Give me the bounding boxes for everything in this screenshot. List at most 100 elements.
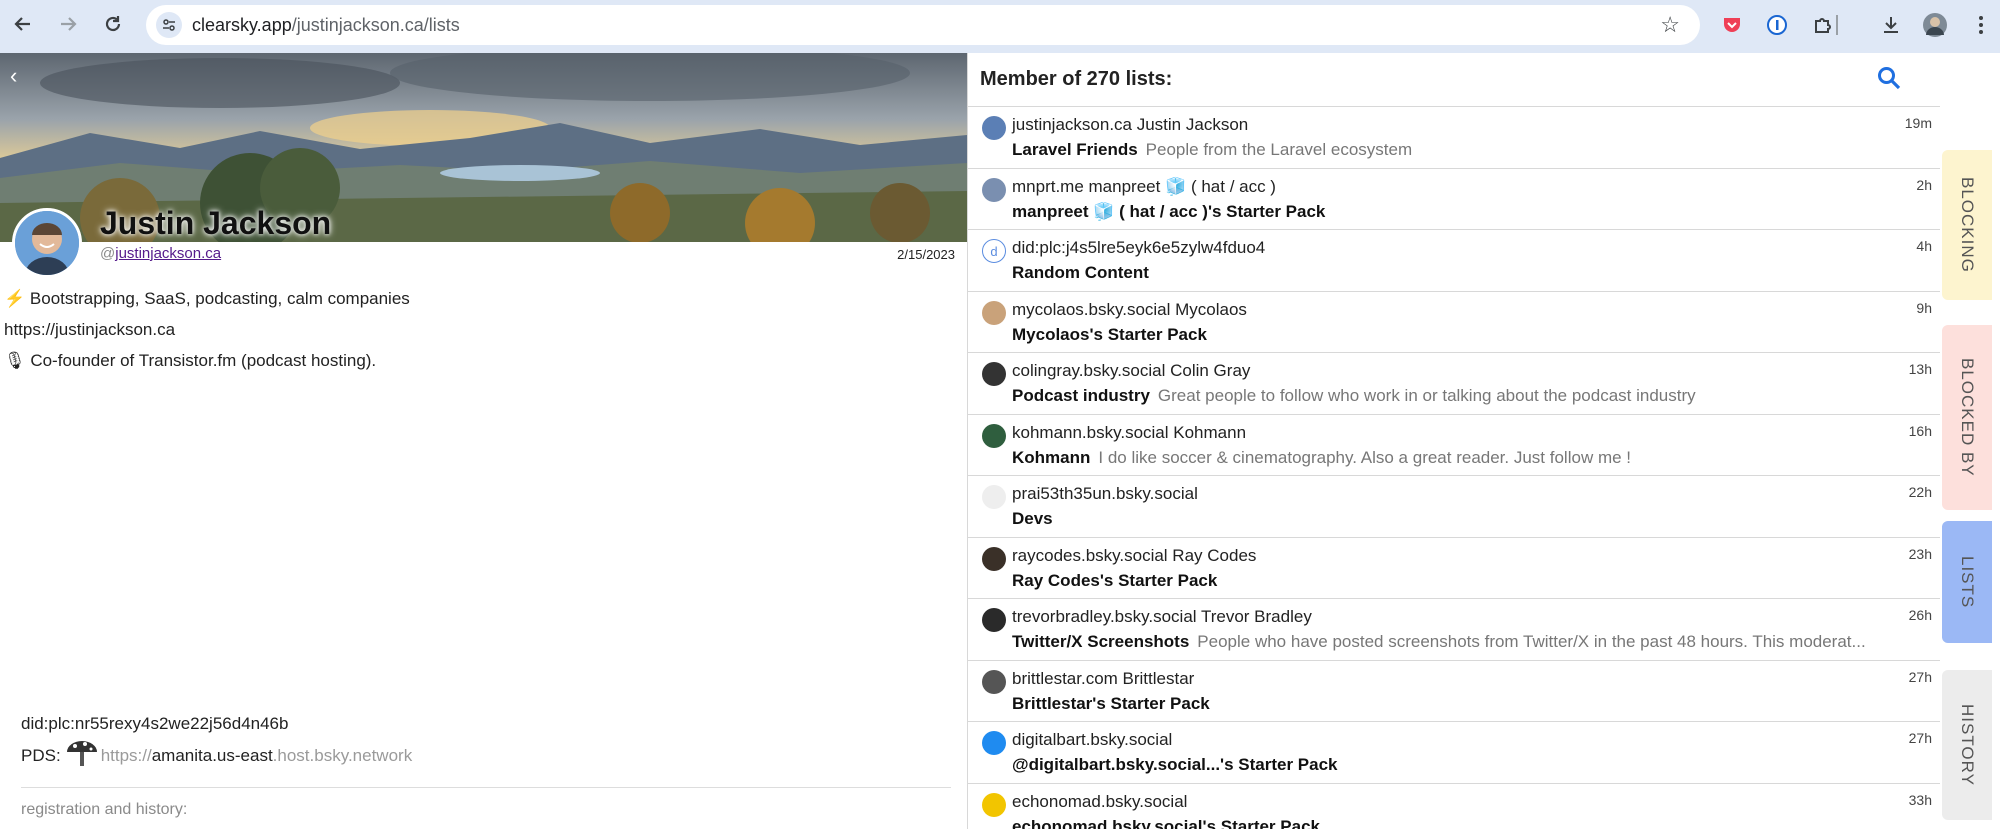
list-name[interactable]: echonomad.bsky.social's Starter Pack: [1012, 817, 1320, 829]
profile-panel: ‹ Justin Jackson @justinjackson.ca 2/15/…: [0, 53, 967, 829]
list-creator[interactable]: digitalbart.bsky.social: [1012, 730, 1172, 750]
list-creator-avatar[interactable]: d: [982, 239, 1006, 263]
list-creator-avatar[interactable]: [982, 608, 1006, 632]
list-name[interactable]: manpreet 🧊 ( hat / acc )'s Starter Pack: [1012, 202, 1325, 221]
bio-text: Bootstrapping, SaaS, podcasting, calm co…: [29, 289, 410, 308]
list-item[interactable]: d did:plc:j4s5lre5eyk6e5zylw4fduo4 Random …: [968, 230, 1940, 292]
list-item[interactable]: prai53th35un.bsky.social Devs 22h: [968, 476, 1940, 538]
list-description: Great people to follow who work in or ta…: [1157, 386, 1696, 405]
list-name[interactable]: Mycolaos's Starter Pack: [1012, 325, 1207, 344]
lists-title: Member of 270 lists:: [980, 68, 1173, 90]
tab-blocking[interactable]: BLOCKING: [1942, 150, 1992, 300]
list-item[interactable]: kohmann.bsky.social Kohmann Kohmann I do l…: [968, 415, 1940, 476]
list-creator[interactable]: raycodes.bsky.social Ray Codes: [1012, 546, 1256, 566]
list-creator-avatar[interactable]: [982, 546, 1006, 571]
profile-bio: ⚡ Bootstrapping, SaaS, podcasting, calm …: [4, 283, 410, 376]
menu-kebab-icon[interactable]: [1966, 10, 1996, 40]
list-creator[interactable]: mycolaos.bsky.social Mycolaos: [1012, 300, 1247, 320]
list-timestamp: 22h: [1908, 484, 1932, 500]
list-creator[interactable]: brittlestar.com Brittlestar: [1012, 669, 1194, 689]
search-icon[interactable]: [1876, 65, 1902, 96]
list-creator[interactable]: did:plc:j4s5lre5eyk6e5zylw4fduo4: [1012, 238, 1265, 258]
profile-display-name: Justin Jackson: [100, 205, 332, 241]
list-name[interactable]: Twitter/X Screenshots: [1012, 632, 1189, 651]
reload-icon[interactable]: [97, 8, 129, 40]
profile-did: did:plc:nr55rexy4s2we22j56d4n46b: [21, 714, 289, 733]
list-name[interactable]: Laravel Friends: [1012, 140, 1138, 159]
list-creator[interactable]: prai53th35un.bsky.social: [1012, 484, 1198, 504]
pds-label: PDS:: [21, 745, 61, 765]
list-creator-avatar[interactable]: [982, 669, 1006, 694]
list-info: Laravel Friends People from the Laravel e…: [1012, 140, 1912, 160]
registration-history-label: registration and history:: [21, 801, 188, 818]
back-arrow-icon[interactable]: [7, 8, 39, 40]
tab-history[interactable]: HISTORY: [1942, 670, 1992, 820]
list-item[interactable]: mnprt.me manpreet 🧊 ( hat / acc ) manpree…: [968, 169, 1940, 230]
joined-date: 2/15/2023: [897, 247, 955, 262]
tab-label: HISTORY: [1958, 704, 1977, 786]
list-name[interactable]: Ray Codes's Starter Pack: [1012, 571, 1217, 590]
tab-lists[interactable]: LISTS: [1942, 521, 1992, 643]
list-item[interactable]: raycodes.bsky.social Ray Codes Ray Codes'…: [968, 538, 1940, 599]
back-chevron-icon[interactable]: ‹: [10, 63, 17, 89]
list-creator[interactable]: justinjackson.ca Justin Jackson: [1012, 115, 1248, 135]
list-info: Podcast industry Great people to follow w…: [1012, 386, 1912, 406]
site-settings-icon[interactable]: [156, 12, 182, 38]
list-name[interactable]: Random Content: [1012, 263, 1149, 282]
bio-line: https://justinjackson.ca: [4, 314, 410, 345]
bookmark-star-icon[interactable]: ☆: [1660, 12, 1680, 38]
handle-link[interactable]: justinjackson.ca: [115, 245, 221, 262]
list-creator-avatar[interactable]: [982, 116, 1006, 140]
list-creator[interactable]: kohmann.bsky.social Kohmann: [1012, 423, 1246, 443]
forward-arrow-icon[interactable]: [52, 8, 84, 40]
lists-list: justinjackson.ca Justin Jackson Laravel F…: [968, 107, 1940, 829]
pds-line: PDS: https://amanita.us-east .host.bsky.n…: [21, 738, 412, 773]
list-info: Random Content: [1012, 263, 1912, 283]
list-name[interactable]: Podcast industry: [1012, 386, 1150, 405]
list-name[interactable]: @digitalbart.bsky.social...'s Starter Pa…: [1012, 755, 1338, 774]
pocket-icon[interactable]: [1717, 10, 1747, 40]
tab-blocked-by[interactable]: BLOCKED BY: [1942, 325, 1992, 510]
bio-link[interactable]: https://justinjackson.ca: [4, 320, 175, 339]
download-icon[interactable]: [1876, 10, 1906, 40]
list-timestamp: 2h: [1916, 176, 1932, 193]
list-name[interactable]: Devs: [1012, 509, 1053, 528]
list-item[interactable]: justinjackson.ca Justin Jackson Laravel F…: [968, 107, 1940, 169]
list-creator-avatar[interactable]: [982, 423, 1006, 448]
list-name[interactable]: Kohmann: [1012, 448, 1090, 467]
list-item[interactable]: trevorbradley.bsky.social Trevor Bradley…: [968, 599, 1940, 661]
url-text: clearsky.app/justinjackson.ca/lists: [192, 15, 460, 36]
extensions-puzzle-icon[interactable]: [1808, 10, 1838, 40]
list-creator-avatar[interactable]: [982, 177, 1006, 202]
list-creator[interactable]: colingray.bsky.social Colin Gray: [1012, 361, 1250, 381]
list-creator-avatar[interactable]: [982, 300, 1006, 325]
list-creator[interactable]: mnprt.me manpreet 🧊 ( hat / acc ): [1012, 177, 1276, 197]
profile-avatar-icon[interactable]: [1920, 10, 1950, 40]
list-item[interactable]: colingray.bsky.social Colin Gray Podcast …: [968, 353, 1940, 415]
list-creator[interactable]: echonomad.bsky.social: [1012, 792, 1187, 812]
list-info: Kohmann I do like soccer & cinematography…: [1012, 448, 1912, 468]
lightning-icon: ⚡: [4, 289, 26, 308]
list-name[interactable]: Brittlestar's Starter Pack: [1012, 694, 1210, 713]
password-manager-icon[interactable]: [1762, 10, 1792, 40]
url-path: /justinjackson.ca/lists: [291, 15, 460, 35]
list-item[interactable]: mycolaos.bsky.social Mycolaos Mycolaos's …: [968, 292, 1940, 353]
list-item[interactable]: brittlestar.com Brittlestar Brittlestar's…: [968, 661, 1940, 722]
address-bar[interactable]: clearsky.app/justinjackson.ca/lists ☆: [146, 5, 1700, 45]
list-timestamp: 23h: [1908, 545, 1932, 562]
pds-host: .host.bsky.network: [272, 745, 413, 765]
list-item[interactable]: digitalbart.bsky.social @digitalbart.bsky…: [968, 722, 1940, 784]
list-creator-avatar[interactable]: [982, 362, 1006, 386]
bio-text: Co-founder of Transistor.fm (podcast hos…: [30, 351, 377, 370]
list-item[interactable]: echonomad.bsky.social echonomad.bsky.soci…: [968, 784, 1940, 829]
list-timestamp: 27h: [1908, 730, 1932, 746]
bio-line: ⚡ Bootstrapping, SaaS, podcasting, calm …: [4, 283, 410, 314]
list-creator-avatar[interactable]: [982, 792, 1006, 817]
list-creator-avatar[interactable]: [982, 485, 1006, 509]
toolbar-divider: [1836, 15, 1838, 35]
list-creator[interactable]: trevorbradley.bsky.social Trevor Bradley: [1012, 607, 1312, 627]
list-info: Twitter/X Screenshots People who have pos…: [1012, 632, 1912, 652]
microphone-icon: 🎙: [4, 351, 26, 370]
tab-label: LISTS: [1958, 555, 1977, 609]
list-creator-avatar[interactable]: [982, 731, 1006, 755]
